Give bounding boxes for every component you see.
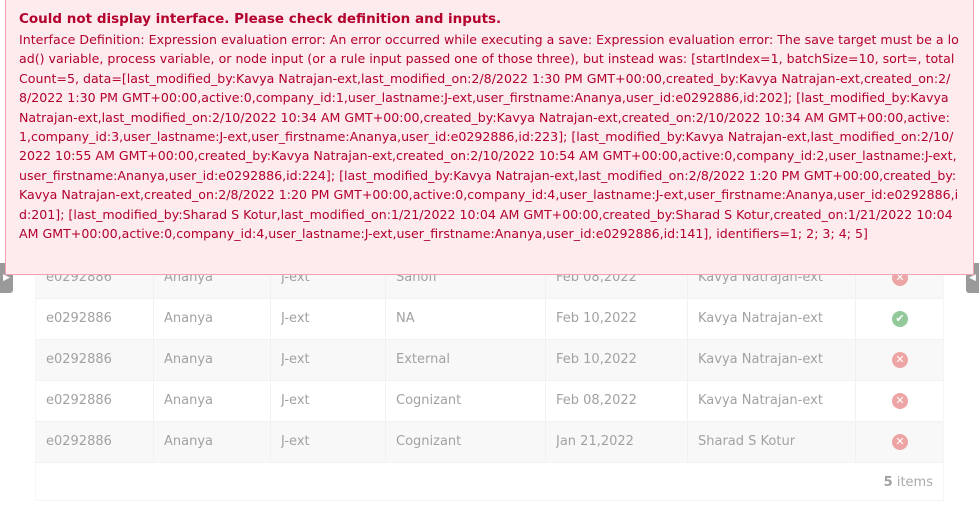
column-divider — [153, 381, 154, 421]
column-divider — [153, 340, 154, 380]
column-divider — [270, 340, 271, 380]
cell-first-name: Ananya — [164, 311, 213, 326]
cell-modified-by: Kavya Natrajan-ext — [698, 393, 823, 408]
column-divider — [687, 340, 688, 380]
items-count-label: items — [896, 475, 933, 490]
records-grid: e0292886 Ananya J-ext Sanofi Feb 08,2022 Kavy… — [35, 258, 944, 501]
cell-user-id: e0292886 — [46, 352, 112, 367]
cell-date: Feb 10,2022 — [556, 352, 637, 367]
column-divider — [153, 422, 154, 462]
column-divider — [687, 422, 688, 462]
column-divider — [385, 340, 386, 380]
cell-first-name: Ananya — [164, 434, 213, 449]
table-row[interactable]: e0292886 Ananya J-ext NA Feb 10,2022 Kavya Na… — [36, 299, 943, 340]
column-divider — [855, 422, 856, 462]
table-row[interactable]: e0292886 Ananya J-ext Cognizant Jan 21,2022 S… — [36, 422, 943, 463]
cell-modified-by: Kavya Natrajan-ext — [698, 352, 823, 367]
cell-modified-by: Kavya Natrajan-ext — [698, 311, 823, 326]
cell-last-name: J-ext — [281, 352, 310, 367]
cell-user-id: e0292886 — [46, 311, 112, 326]
column-divider — [385, 422, 386, 462]
cell-modified-by: Sharad S Kotur — [698, 434, 796, 449]
check-circle-icon: ✔ — [892, 311, 908, 327]
error-message: Interface Definition: Expression evaluat… — [19, 32, 959, 242]
column-divider — [385, 381, 386, 421]
cell-date: Jan 21,2022 — [556, 434, 634, 449]
column-divider — [687, 299, 688, 339]
error-banner: Could not display interface. Please chec… — [5, 0, 974, 275]
cell-first-name: Ananya — [164, 352, 213, 367]
x-circle-icon: ✕ — [892, 434, 908, 450]
cell-first-name: Ananya — [164, 393, 213, 408]
column-divider — [270, 422, 271, 462]
cell-company: Cognizant — [396, 434, 462, 449]
cell-date: Feb 08,2022 — [556, 393, 637, 408]
table-row[interactable]: e0292886 Ananya J-ext External Feb 10,2022 Ka… — [36, 340, 943, 381]
cell-company: Cognizant — [396, 393, 462, 408]
error-title: Could not display interface. Please chec… — [19, 11, 502, 27]
items-count: 5 items — [884, 475, 933, 490]
column-divider — [687, 381, 688, 421]
table-row[interactable]: e0292886 Ananya J-ext Cognizant Feb 08,2022 K… — [36, 381, 943, 422]
x-circle-icon: ✕ — [892, 393, 908, 409]
column-divider — [855, 340, 856, 380]
column-divider — [270, 299, 271, 339]
cell-user-id: e0292886 — [46, 434, 112, 449]
column-divider — [855, 299, 856, 339]
cell-last-name: J-ext — [281, 311, 310, 326]
cell-last-name: J-ext — [281, 434, 310, 449]
x-circle-icon: ✕ — [892, 352, 908, 368]
cell-user-id: e0292886 — [46, 393, 112, 408]
column-divider — [545, 422, 546, 462]
column-divider — [385, 299, 386, 339]
column-divider — [153, 299, 154, 339]
column-divider — [545, 381, 546, 421]
cell-company: External — [396, 352, 450, 367]
items-count-number: 5 — [883, 475, 893, 490]
column-divider — [855, 381, 856, 421]
column-divider — [545, 299, 546, 339]
column-divider — [545, 340, 546, 380]
interface-page: e0292886 Ananya J-ext Sanofi Feb 08,2022 Kavy… — [0, 0, 979, 514]
cell-date: Feb 10,2022 — [556, 311, 637, 326]
cell-company: NA — [396, 311, 415, 326]
column-divider — [270, 381, 271, 421]
cell-last-name: J-ext — [281, 393, 310, 408]
